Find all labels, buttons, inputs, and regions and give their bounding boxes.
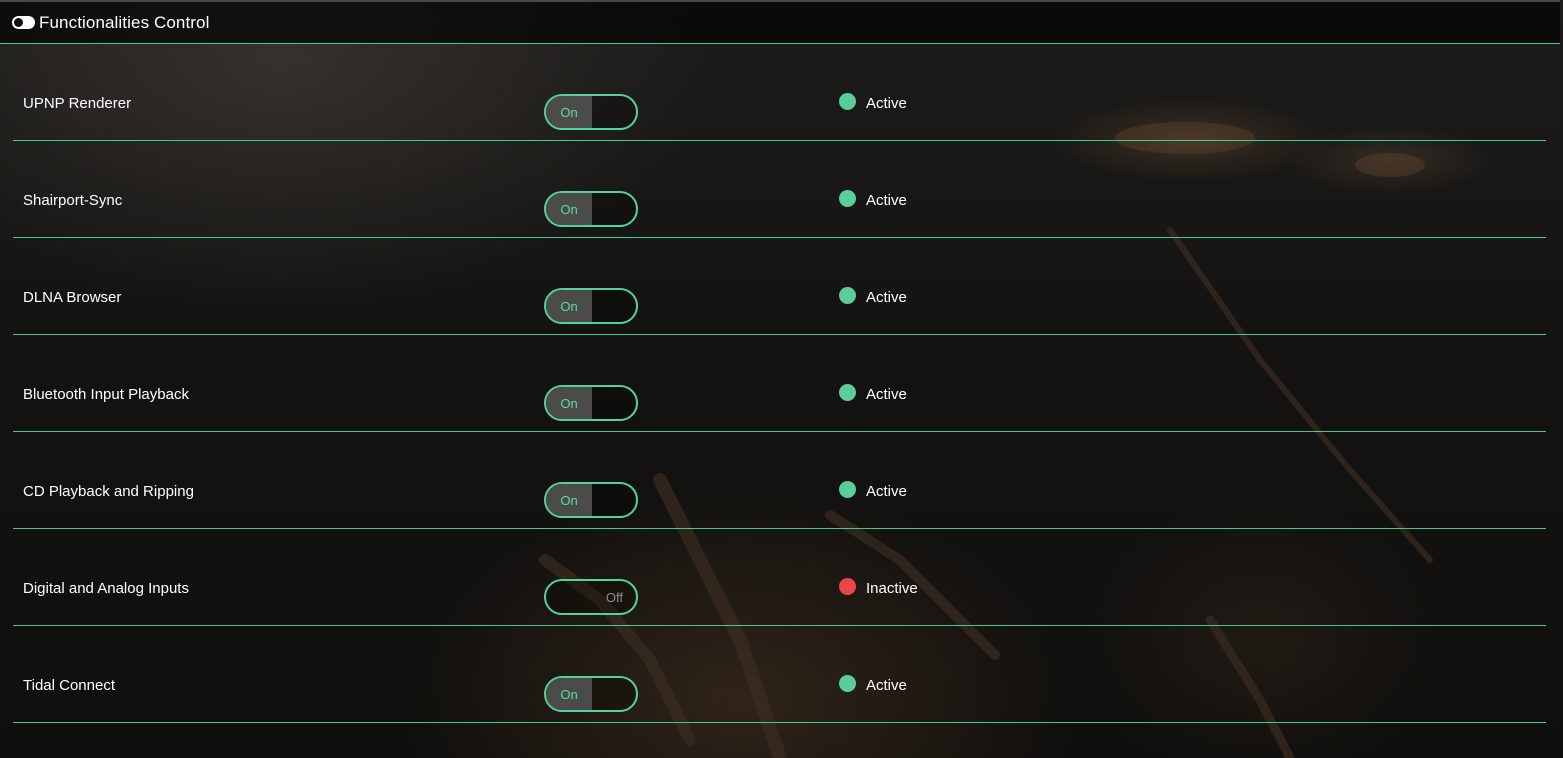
functionality-toggle[interactable]: On (544, 385, 638, 421)
functionality-toggle[interactable]: Off (544, 579, 638, 615)
status-text: Active (866, 386, 907, 403)
functionality-label: Bluetooth Input Playback (23, 386, 189, 403)
status-indicator: Active (839, 481, 907, 500)
functionality-row: UPNP Renderer On Active (13, 44, 1546, 141)
status-indicator: Inactive (839, 578, 918, 597)
status-indicator: Active (839, 190, 907, 209)
panel-title: Functionalities Control (39, 12, 210, 32)
status-dot-icon (839, 384, 856, 401)
status-dot-icon (839, 578, 856, 595)
toggle-on-label: On (546, 484, 592, 516)
status-indicator: Active (839, 384, 907, 403)
toggle-icon (12, 16, 35, 29)
toggle-on-label: On (546, 678, 592, 710)
status-indicator: Active (839, 287, 907, 306)
status-dot-icon (839, 675, 856, 692)
functionality-label: UPNP Renderer (23, 95, 132, 112)
functionality-label: Shairport-Sync (23, 192, 123, 209)
toggle-on-label: On (546, 96, 592, 128)
toggle-on-label: On (546, 193, 592, 225)
status-text: Active (866, 192, 907, 209)
functionality-row: Tidal Connect On Active (13, 626, 1546, 723)
status-dot-icon (839, 93, 856, 110)
status-dot-icon (839, 287, 856, 304)
functionality-toggle[interactable]: On (544, 676, 638, 712)
functionality-toggle[interactable]: On (544, 482, 638, 518)
panel-header: Functionalities Control (0, 0, 1560, 44)
functionality-row: DLNA Browser On Active (13, 238, 1546, 335)
functionalities-list: UPNP Renderer On Active Shairport-Sync O… (13, 44, 1546, 723)
functionality-toggle[interactable]: On (544, 94, 638, 130)
functionality-row: Shairport-Sync On Active (13, 141, 1546, 238)
toggle-on-label: On (546, 387, 592, 419)
status-text: Active (866, 289, 907, 306)
toggle-off-label: Off (605, 589, 623, 605)
status-text: Inactive (866, 580, 918, 597)
status-text: Active (866, 677, 907, 694)
functionality-label: DLNA Browser (23, 289, 122, 306)
toggle-on-label: On (546, 290, 592, 322)
status-indicator: Active (839, 675, 907, 694)
functionality-row: Bluetooth Input Playback On Active (13, 335, 1546, 432)
functionality-label: Digital and Analog Inputs (23, 580, 189, 597)
functionality-toggle[interactable]: On (544, 191, 638, 227)
status-indicator: Active (839, 93, 907, 112)
functionality-toggle[interactable]: On (544, 288, 638, 324)
functionality-label: Tidal Connect (23, 677, 115, 694)
status-dot-icon (839, 481, 856, 498)
status-text: Active (866, 483, 907, 500)
status-text: Active (866, 95, 907, 112)
functionality-row: CD Playback and Ripping On Active (13, 432, 1546, 529)
status-dot-icon (839, 190, 856, 207)
functionality-label: CD Playback and Ripping (23, 483, 194, 500)
functionality-row: Digital and Analog Inputs Off Inactive (13, 529, 1546, 626)
